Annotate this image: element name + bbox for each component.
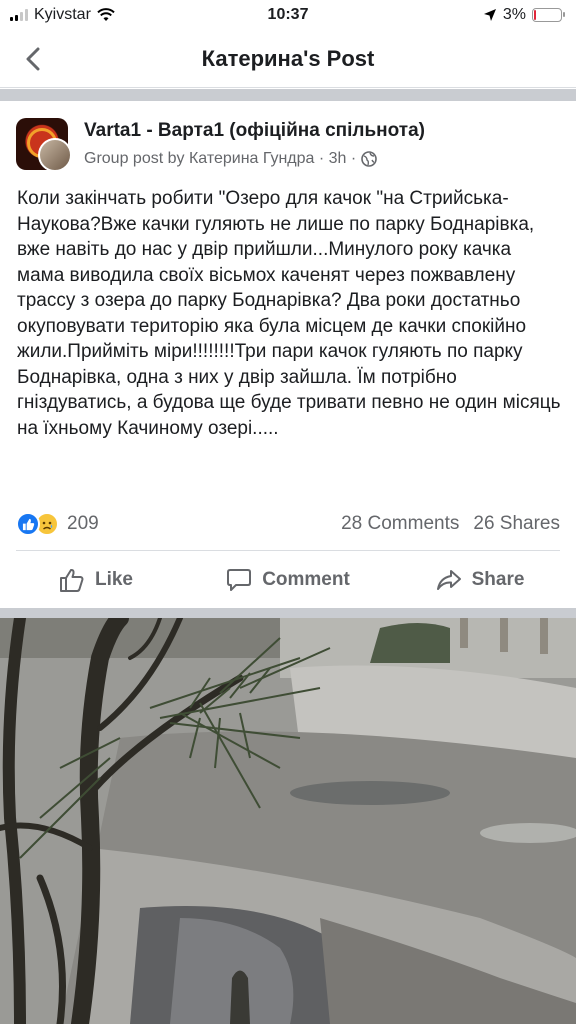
- signal-icon: [10, 9, 28, 21]
- location-arrow-icon: [483, 9, 496, 21]
- clock: 10:37: [267, 6, 309, 23]
- post-action-bar: Like Comment Share: [0, 552, 576, 608]
- section-divider-bottom: [0, 608, 576, 618]
- post-meta: Group post by Катерина Гундра · 3h ·: [84, 150, 378, 168]
- carrier-label: Kyivstar: [34, 6, 91, 23]
- like-label: Like: [94, 569, 134, 590]
- reactions-row: 209 28 Comments 26 Shares: [16, 508, 560, 540]
- post-photo[interactable]: [0, 618, 576, 1024]
- shares-count[interactable]: 26 Shares: [473, 513, 560, 535]
- comment-icon: [227, 569, 252, 591]
- post-meta-text: Group post by Катерина Гундра · 3h ·: [84, 150, 357, 167]
- reaction-count[interactable]: 209: [67, 513, 99, 535]
- status-bar: Kyivstar 10:37 3%: [0, 0, 576, 30]
- post-header: Varta1 - Варта1 (офіційна спільнота) Gro…: [16, 114, 560, 178]
- wifi-icon: [97, 8, 115, 21]
- back-button[interactable]: [18, 44, 48, 74]
- like-reaction-icon: [16, 512, 40, 536]
- back-chevron-icon: [26, 47, 40, 71]
- section-divider: [0, 89, 576, 101]
- battery-icon: [532, 8, 565, 22]
- share-button[interactable]: Share: [384, 567, 576, 593]
- comment-button[interactable]: Comment: [192, 567, 384, 593]
- nav-header: Катерина's Post: [0, 30, 576, 88]
- share-label: Share: [471, 569, 525, 590]
- like-button[interactable]: Like: [0, 567, 192, 593]
- group-name-link[interactable]: Varta1 - Варта1 (офіційна спільнота): [84, 120, 425, 142]
- comments-count[interactable]: 28 Comments: [341, 513, 459, 535]
- reactions-separator: [16, 550, 560, 551]
- status-right: 3%: [483, 6, 565, 24]
- battery-percent: 3%: [502, 6, 526, 23]
- share-icon: [436, 570, 461, 590]
- status-left: Kyivstar: [10, 6, 115, 24]
- page-title: Катерина's Post: [201, 45, 375, 71]
- post-body-text: Коли закінчать робити "Озеро для качок "…: [17, 188, 561, 439]
- engagement-counts: 28 Comments 26 Shares: [341, 513, 560, 535]
- globe-icon: [361, 151, 378, 167]
- like-icon: [59, 568, 84, 592]
- post-photo-image: [0, 618, 576, 1024]
- reaction-icons[interactable]: [16, 512, 59, 536]
- author-avatar[interactable]: [38, 138, 72, 172]
- comment-label: Comment: [262, 569, 350, 590]
